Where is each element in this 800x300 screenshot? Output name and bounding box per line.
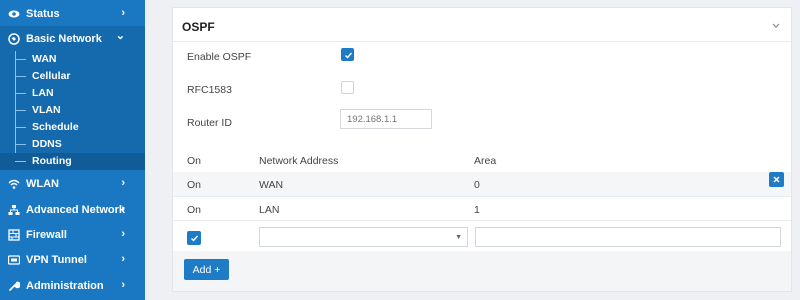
sub-item-schedule[interactable]: Schedule	[0, 119, 145, 136]
tree-branch	[15, 76, 26, 77]
chevron-right-icon: ›	[121, 253, 125, 265]
sub-item-label: LAN	[32, 87, 54, 99]
sub-item-label: WAN	[32, 53, 57, 65]
sub-item-vlan[interactable]: VLAN	[0, 102, 145, 119]
router-id-input[interactable]	[340, 109, 432, 129]
check-icon	[191, 235, 199, 242]
check-icon	[345, 52, 353, 59]
network-address-select[interactable]: ▼	[259, 227, 468, 247]
row-network: LAN	[259, 204, 280, 216]
sub-item-label: Routing	[32, 155, 72, 167]
row-area: 1	[474, 204, 480, 216]
sub-item-label: Cellular	[32, 70, 71, 82]
chevron-right-icon: ›	[121, 203, 125, 215]
router-id-label: Router ID	[187, 117, 232, 129]
col-header-on: On	[187, 155, 202, 167]
chevron-down-icon[interactable]	[771, 22, 781, 30]
tree-branch	[15, 144, 26, 145]
sub-item-routing[interactable]: Routing	[0, 153, 145, 170]
table-row: On WAN 0	[173, 172, 791, 196]
ospf-card: OSPF Enable OSPF RFC1583 Router ID On Ne…	[172, 7, 792, 292]
chevron-down-icon: ⌄	[115, 30, 125, 42]
chevron-right-icon: ›	[121, 279, 125, 291]
col-header-area: Area	[474, 155, 497, 167]
chevron-right-icon: ›	[121, 7, 125, 19]
nav-item-administration[interactable]: Administration ›	[0, 273, 145, 298]
nav-item-advanced-network[interactable]: Advanced Network ›	[0, 197, 145, 222]
rfc1583-checkbox[interactable]	[341, 81, 354, 94]
nav-label-wlan: WLAN	[26, 177, 59, 190]
nav-label-administration: Administration	[26, 279, 104, 292]
tree-branch	[15, 127, 26, 128]
chevron-right-icon: ›	[121, 177, 125, 189]
col-header-network-address: Network Address	[259, 155, 339, 167]
nav-label-basic-network: Basic Network	[26, 32, 102, 45]
wifi-icon	[8, 179, 20, 189]
sub-item-ddns[interactable]: DDNS	[0, 136, 145, 153]
row-network: WAN	[259, 179, 284, 191]
nav-item-basic-network[interactable]: Basic Network ⌄	[0, 26, 145, 51]
sidebar: Status › Basic Network ⌄ WAN Cellular LA…	[0, 0, 145, 300]
sub-item-wan[interactable]: WAN	[0, 51, 145, 68]
area-input[interactable]	[475, 227, 781, 247]
sub-item-cellular[interactable]: Cellular	[0, 68, 145, 85]
table-row: On LAN 1	[173, 197, 791, 221]
delete-row-button[interactable]	[769, 172, 784, 187]
enable-ospf-label: Enable OSPF	[187, 51, 252, 63]
firewall-icon	[8, 228, 20, 241]
nav-item-vpn-tunnel[interactable]: VPN Tunnel ›	[0, 247, 145, 272]
nav-item-wlan[interactable]: WLAN ›	[0, 171, 145, 196]
nav-label-firewall: Firewall	[26, 228, 67, 241]
divider	[173, 41, 791, 42]
nav-label-advanced-network: Advanced Network	[26, 203, 126, 216]
nav-item-firewall[interactable]: Firewall ›	[0, 222, 145, 247]
rfc1583-label: RFC1583	[187, 84, 232, 96]
tree-branch	[15, 59, 26, 60]
new-row-on-checkbox[interactable]	[187, 231, 201, 245]
nav-label-vpn-tunnel: VPN Tunnel	[26, 253, 87, 266]
vpn-icon	[8, 254, 20, 265]
network-icon	[8, 204, 20, 215]
wrench-icon	[9, 281, 20, 291]
eye-icon	[8, 10, 20, 17]
globe-icon	[8, 32, 20, 45]
row-area: 0	[474, 179, 480, 191]
nav-item-status[interactable]: Status ›	[0, 1, 145, 26]
sub-item-label: VLAN	[32, 104, 61, 116]
tree-branch	[15, 110, 26, 111]
sub-item-label: DDNS	[32, 138, 62, 150]
row-on: On	[187, 204, 202, 216]
add-button[interactable]: Add +	[184, 259, 229, 280]
close-icon	[773, 176, 780, 183]
row-divider	[173, 220, 791, 221]
nav-label-status: Status	[26, 7, 60, 20]
sub-item-lan[interactable]: LAN	[0, 85, 145, 102]
card-title: OSPF	[182, 20, 215, 34]
chevron-right-icon: ›	[121, 228, 125, 240]
tree-branch	[15, 93, 26, 94]
sub-item-label: Schedule	[32, 121, 79, 133]
row-on: On	[187, 179, 202, 191]
enable-ospf-checkbox[interactable]	[341, 48, 354, 61]
table-footer	[173, 251, 791, 291]
triangle-down-icon: ▼	[455, 234, 462, 241]
basic-network-submenu: WAN Cellular LAN VLAN Schedule DDNS Rout…	[0, 51, 145, 170]
tree-branch	[15, 161, 26, 162]
